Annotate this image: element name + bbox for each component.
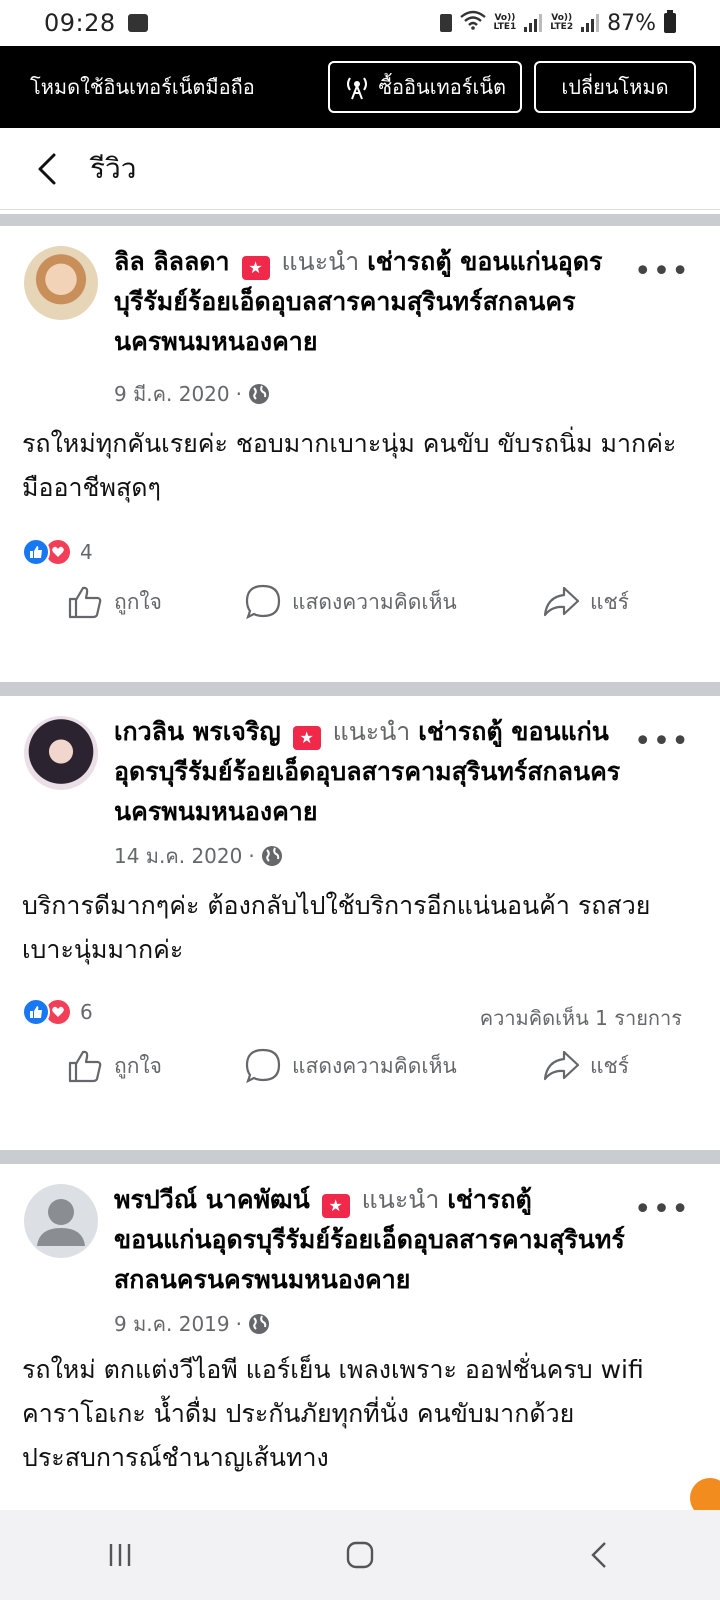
- recommend-icon: ★: [241, 256, 270, 280]
- post-body: บริการดีมากๆค่ะ ต้องกลับไปใช้บริการอีกแน…: [22, 891, 651, 964]
- sim-card-icon: [439, 14, 452, 32]
- post-date[interactable]: 9 ม.ค. 2019: [114, 1308, 230, 1340]
- gallery-notification-icon: [127, 14, 148, 32]
- mode-text: โหมดใช้อินเทอร์เน็ตมือถือ: [30, 75, 255, 99]
- comment-icon: [245, 584, 281, 620]
- review-post: เกวลิน พรเจริญ ★ แนะนำ เช่ารถตู้ ขอนแก่น…: [0, 696, 720, 1150]
- buy-internet-label: ซื้ออินเทอร์เน็ต: [378, 75, 506, 99]
- more-icon[interactable]: •••: [634, 254, 690, 289]
- mobile-data-mode-bar: โหมดใช้อินเทอร์เน็ตมือถือ ซื้ออินเทอร์เน…: [0, 46, 720, 128]
- battery-percent: 87%: [607, 10, 656, 36]
- reviewer-name[interactable]: ลิล ลิลลดา: [114, 247, 230, 276]
- comments-count[interactable]: ความคิดเห็น 1 รายการ: [480, 1002, 682, 1034]
- home-icon[interactable]: [343, 1538, 377, 1572]
- share-label: แชร์: [590, 589, 630, 614]
- post-date[interactable]: 14 ม.ค. 2020: [114, 840, 242, 872]
- comment-label: แสดงความคิดเห็น: [292, 589, 457, 614]
- post-body: รถใหม่ทุกคันเรยค่ะ ชอบมากเบาะนุ่ม คนขับ …: [22, 429, 677, 502]
- divider: [0, 682, 720, 696]
- nav-back-icon[interactable]: [583, 1538, 617, 1572]
- back-arrow-icon[interactable]: [28, 149, 68, 189]
- post-header-text: ลิล ลิลลดา ★ แนะนำ เช่ารถตู้ ขอนแก่นอุดร…: [114, 242, 634, 362]
- page-title: รีวิว: [90, 151, 137, 185]
- reaction-count: 6: [80, 1000, 93, 1024]
- like-icon: [68, 1050, 102, 1083]
- comment-icon: [245, 1048, 281, 1084]
- like-button[interactable]: ถูกใจ: [66, 1047, 162, 1085]
- like-label: ถูกใจ: [114, 1053, 162, 1078]
- reactions-summary[interactable]: 6: [22, 998, 93, 1026]
- globe-icon: [261, 846, 282, 866]
- like-reaction-icon: [22, 538, 50, 566]
- comment-button[interactable]: แสดงความคิดเห็น: [244, 583, 457, 621]
- recommend-icon: ★: [292, 726, 321, 750]
- reviewer-name[interactable]: เกวลิน พรเจริญ: [114, 717, 281, 746]
- status-bar: 09:28 Vo)) LTE1 Vo)) LTE2 87%: [0, 0, 720, 46]
- recent-apps-icon[interactable]: [103, 1538, 137, 1572]
- reaction-count: 4: [80, 540, 93, 564]
- like-label: ถูกใจ: [114, 589, 162, 614]
- switch-mode-button[interactable]: เปลี่ยนโหมด: [534, 61, 696, 113]
- signal-2-icon: [581, 14, 600, 32]
- wifi-icon: [459, 10, 486, 36]
- reviewer-name[interactable]: พรปวีณ์ นาคพัฒน์: [114, 1185, 310, 1214]
- post-date[interactable]: 9 มี.ค. 2020: [114, 378, 230, 410]
- recommend-label: แนะนำ: [281, 247, 360, 276]
- system-nav-bar: [0, 1510, 720, 1600]
- share-icon: [543, 586, 580, 617]
- buy-internet-button[interactable]: ซื้ออินเทอร์เน็ต: [328, 61, 522, 113]
- like-button[interactable]: ถูกใจ: [66, 583, 162, 621]
- reactions-summary[interactable]: 4: [22, 538, 93, 566]
- post-header-text: พรปวีณ์ นาคพัฒน์ ★ แนะนำ เช่ารถตู้ ขอนแก…: [114, 1180, 634, 1300]
- divider: [0, 1150, 720, 1164]
- more-icon[interactable]: •••: [634, 724, 690, 759]
- share-label: แชร์: [590, 1053, 630, 1078]
- like-icon: [68, 586, 102, 619]
- post-header-text: เกวลิน พรเจริญ ★ แนะนำ เช่ารถตู้ ขอนแก่น…: [114, 712, 634, 832]
- more-icon[interactable]: •••: [634, 1192, 690, 1227]
- recommend-label: แนะนำ: [361, 1185, 440, 1214]
- share-button[interactable]: แชร์: [542, 583, 629, 621]
- post-body: รถใหม่ ตกแต่งวีไอพี แอร์เย็น เพลงเพราะ อ…: [22, 1355, 644, 1472]
- battery-icon: [664, 10, 676, 33]
- post-meta: 9 มี.ค. 2020 ·: [114, 378, 270, 410]
- post-meta: 9 ม.ค. 2019 ·: [114, 1308, 270, 1340]
- page-header: รีวิว: [0, 128, 720, 210]
- avatar[interactable]: [24, 1184, 98, 1258]
- like-reaction-icon: [22, 998, 50, 1026]
- avatar[interactable]: [24, 716, 98, 790]
- globe-icon: [248, 1314, 269, 1334]
- comment-button[interactable]: แสดงความคิดเห็น: [244, 1047, 457, 1085]
- switch-mode-label: เปลี่ยนโหมด: [561, 75, 669, 99]
- globe-icon: [248, 384, 269, 404]
- review-post: ลิล ลิลลดา ★ แนะนำ เช่ารถตู้ ขอนแก่นอุดร…: [0, 226, 720, 682]
- post-meta: 14 ม.ค. 2020 ·: [114, 840, 283, 872]
- volte-lte1-indicator: Vo)) LTE1: [493, 13, 517, 32]
- recommend-label: แนะนำ: [332, 717, 411, 746]
- comment-label: แสดงความคิดเห็น: [292, 1053, 457, 1078]
- share-icon: [543, 1050, 580, 1081]
- signal-1-icon: [524, 14, 543, 32]
- review-post: พรปวีณ์ นาคพัฒน์ ★ แนะนำ เช่ารถตู้ ขอนแก…: [0, 1164, 720, 1510]
- avatar[interactable]: [24, 246, 98, 320]
- status-time: 09:28: [44, 9, 116, 37]
- antenna-icon: [347, 77, 368, 100]
- recommend-icon: ★: [321, 1194, 350, 1218]
- share-button[interactable]: แชร์: [542, 1047, 629, 1085]
- volte-lte2-indicator: Vo)) LTE2: [550, 13, 574, 32]
- default-avatar-icon: [37, 1199, 85, 1246]
- divider: [0, 214, 720, 226]
